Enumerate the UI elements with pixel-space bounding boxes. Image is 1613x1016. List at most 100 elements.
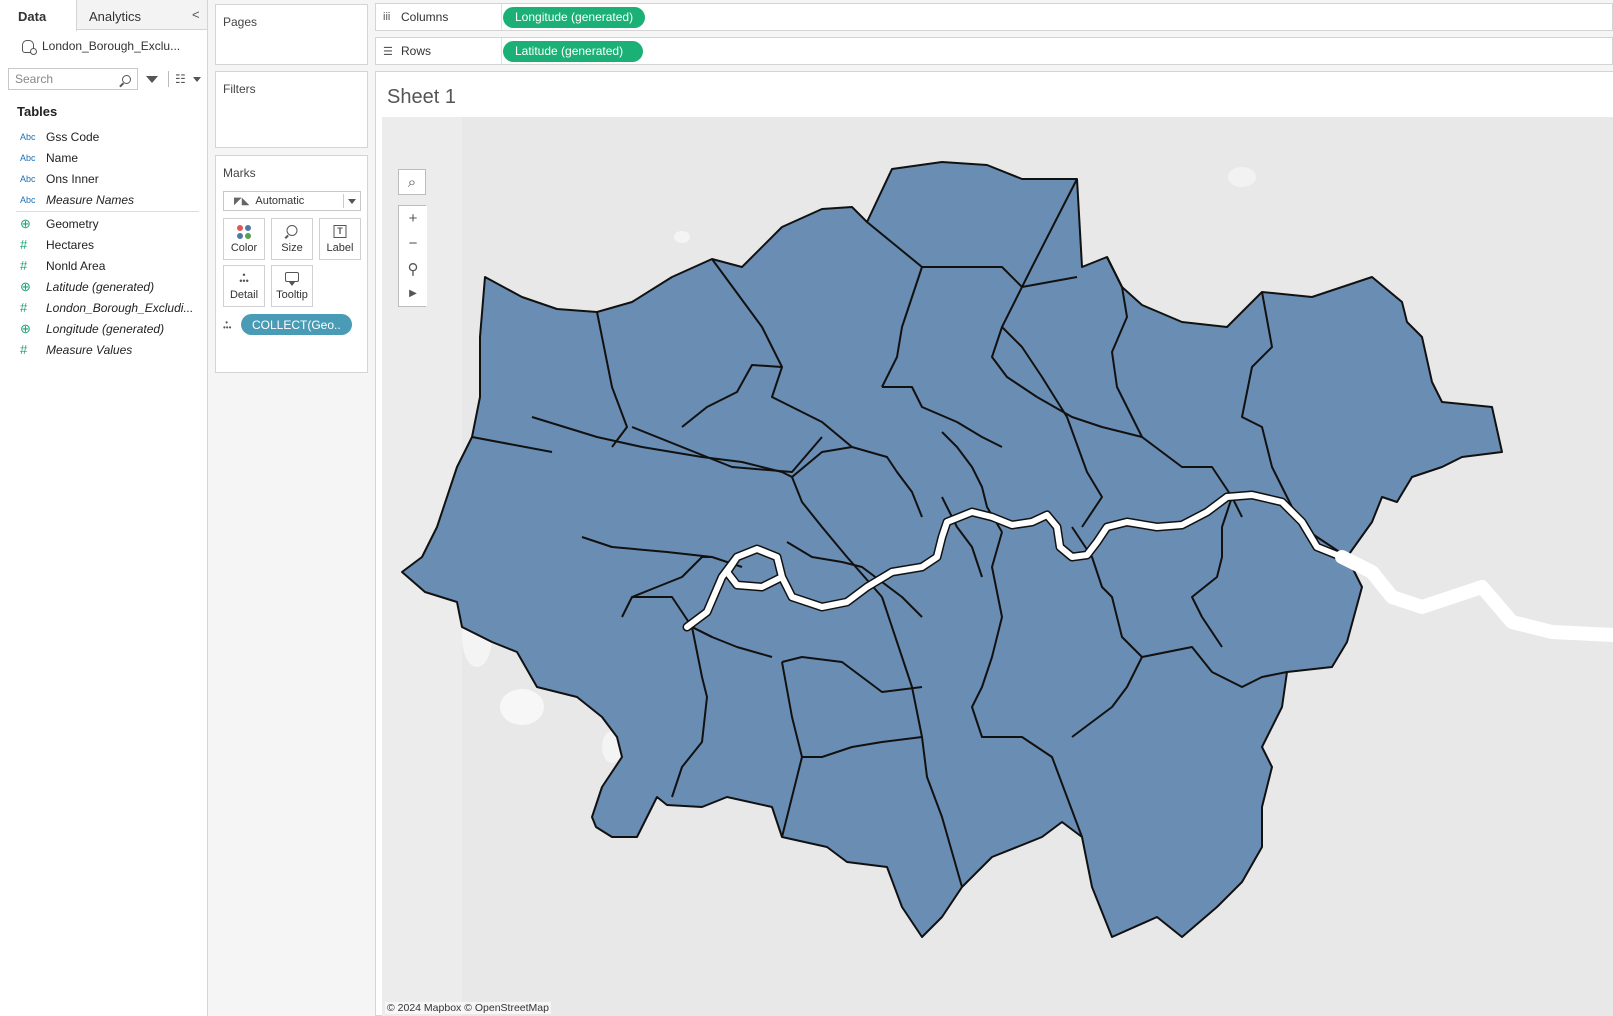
field-item[interactable]: Abc Measure Names (0, 189, 207, 210)
detail-button[interactable]: • ••• Detail (223, 265, 265, 307)
tab-analytics[interactable]: Analytics (77, 0, 187, 30)
field-item[interactable]: Abc Ons Inner (0, 168, 207, 189)
number-type-icon: # (20, 300, 28, 315)
field-name: Longitude (generated) (46, 321, 165, 336)
field-item[interactable]: # Measure Values (0, 339, 207, 360)
funnel-icon[interactable] (146, 75, 158, 83)
size-button[interactable]: Size (271, 218, 313, 260)
london-boroughs-map[interactable] (382, 117, 1613, 1016)
search-icon[interactable]: ⌕ (398, 169, 426, 195)
pin-icon[interactable]: ⚲ (399, 256, 427, 281)
database-icon (22, 39, 37, 55)
map-attribution[interactable]: © 2024 Mapbox © OpenStreetMap (385, 1002, 551, 1014)
worksheet: Sheet 1 ⌕ + − ⚲ ▶ © 2024 Mapbox © OpenSt… (375, 71, 1613, 1016)
mark-type-value: Automatic (255, 195, 305, 207)
divider (168, 71, 169, 87)
tooltip-label: Tooltip (276, 289, 308, 301)
reservoir (1228, 167, 1256, 187)
field-item[interactable]: ⊕ Geometry (0, 213, 207, 234)
columns-icon: iii (383, 11, 391, 23)
rows-label: Rows (401, 44, 432, 58)
globe-icon: ⊕ (20, 320, 31, 336)
detail-icon: • ••• (239, 270, 249, 286)
marks-title: Marks (223, 166, 256, 180)
latitude-pill[interactable]: Latitude (generated) (503, 40, 644, 62)
globe-icon: ⊕ (20, 278, 31, 294)
rows-icon: ☰ (383, 45, 393, 58)
field-name: Gss Code (46, 129, 100, 144)
string-type-icon: Abc (20, 131, 36, 142)
number-type-icon: # (20, 258, 28, 273)
reservoir (674, 231, 690, 243)
field-item[interactable]: ⊕ Longitude (generated) (0, 318, 207, 339)
field-name: Hectares (46, 237, 95, 252)
field-item[interactable]: Abc Name (0, 147, 207, 168)
globe-icon: ⊕ (20, 215, 31, 231)
field-name: Ons Inner (46, 171, 99, 186)
search-input[interactable]: Search (8, 68, 138, 90)
tooltip-icon (285, 272, 299, 286)
datasource-name: London_Borough_Exclu... (42, 39, 181, 53)
field-name: Measure Names (46, 192, 135, 207)
field-name: Geometry (46, 216, 99, 231)
detail-label: Detail (229, 289, 259, 301)
tableau-workspace: Data Analytics < London_Borough_Exclu...… (0, 0, 1613, 1016)
color-icon (237, 225, 251, 239)
minus-icon[interactable]: − (399, 231, 427, 256)
field-name: Measure Values (46, 342, 133, 357)
marks-pill-row: • ••• COLLECT(Geo.. (223, 314, 352, 335)
collapse-pane-icon[interactable]: < (192, 7, 200, 22)
map-toolbar: ⌕ + − ⚲ ▶ (398, 169, 427, 307)
field-divider (16, 211, 199, 212)
color-label: Color (230, 242, 258, 254)
mark-type-select[interactable]: ◤◣ Automatic (223, 191, 361, 211)
filters-title: Filters (223, 82, 256, 96)
rows-shelf[interactable]: ☰ Rows Latitude (generated) (375, 37, 1613, 65)
field-list: Abc Gss Code Abc Name Abc Ons Inner Abc Measure… (0, 126, 207, 360)
field-name: Latitude (generated) (46, 279, 155, 294)
pages-card[interactable]: Pages (215, 4, 368, 65)
pane-tabs: Data Analytics (0, 0, 207, 31)
field-item[interactable]: Abc Gss Code (0, 126, 207, 147)
view-list-icon[interactable]: ☷ (175, 72, 186, 86)
marks-card: Marks ◤◣ Automatic Color Size T Label • … (215, 155, 368, 373)
search-icon (122, 74, 131, 84)
tab-data[interactable]: Data (0, 0, 77, 31)
longitude-pill[interactable]: Longitude (generated) (503, 6, 646, 28)
zoom-controls: + − ⚲ ▶ (398, 205, 427, 307)
search-row: Search ☷ (0, 68, 207, 90)
map-view[interactable]: ⌕ + − ⚲ ▶ © 2024 Mapbox © OpenStreetMap (382, 117, 1613, 1016)
tooltip-button[interactable]: Tooltip (271, 265, 313, 307)
label-button[interactable]: T Label (319, 218, 361, 260)
string-type-icon: Abc (20, 194, 36, 205)
field-name: London_Borough_Excludi... (46, 300, 194, 315)
sheet-title[interactable]: Sheet 1 (387, 86, 456, 109)
size-icon (286, 225, 298, 236)
columns-label-cell: iii Columns (376, 4, 502, 30)
collect-geometry-pill[interactable]: COLLECT(Geo.. (241, 314, 352, 335)
field-item[interactable]: # Hectares (0, 234, 207, 255)
filters-card[interactable]: Filters (215, 71, 368, 148)
field-item[interactable]: ⊕ Latitude (generated) (0, 276, 207, 297)
number-type-icon: # (20, 342, 28, 357)
chevron-down-icon (348, 199, 356, 204)
chevron-down-icon[interactable] (192, 76, 201, 82)
columns-label: Columns (401, 10, 449, 24)
play-icon[interactable]: ▶ (399, 281, 427, 306)
search-placeholder: Search (15, 72, 54, 86)
field-item[interactable]: # London_Borough_Excludi... (0, 297, 207, 318)
pages-title: Pages (223, 15, 258, 29)
field-item[interactable]: # Nonld Area (0, 255, 207, 276)
rows-label-cell: ☰ Rows (376, 38, 502, 64)
data-pane: Data Analytics < London_Borough_Exclu...… (0, 0, 208, 1016)
reservoir (500, 689, 544, 725)
field-name: Name (46, 150, 79, 165)
string-type-icon: Abc (20, 173, 36, 184)
label-label: Label (326, 242, 354, 254)
color-button[interactable]: Color (223, 218, 265, 260)
columns-shelf[interactable]: iii Columns Longitude (generated) (375, 3, 1613, 31)
size-label: Size (281, 242, 303, 254)
plus-icon[interactable]: + (399, 206, 427, 231)
map-mark-icon: ◤◣ (234, 195, 250, 207)
datasource-item[interactable]: London_Borough_Exclu... (0, 32, 207, 60)
